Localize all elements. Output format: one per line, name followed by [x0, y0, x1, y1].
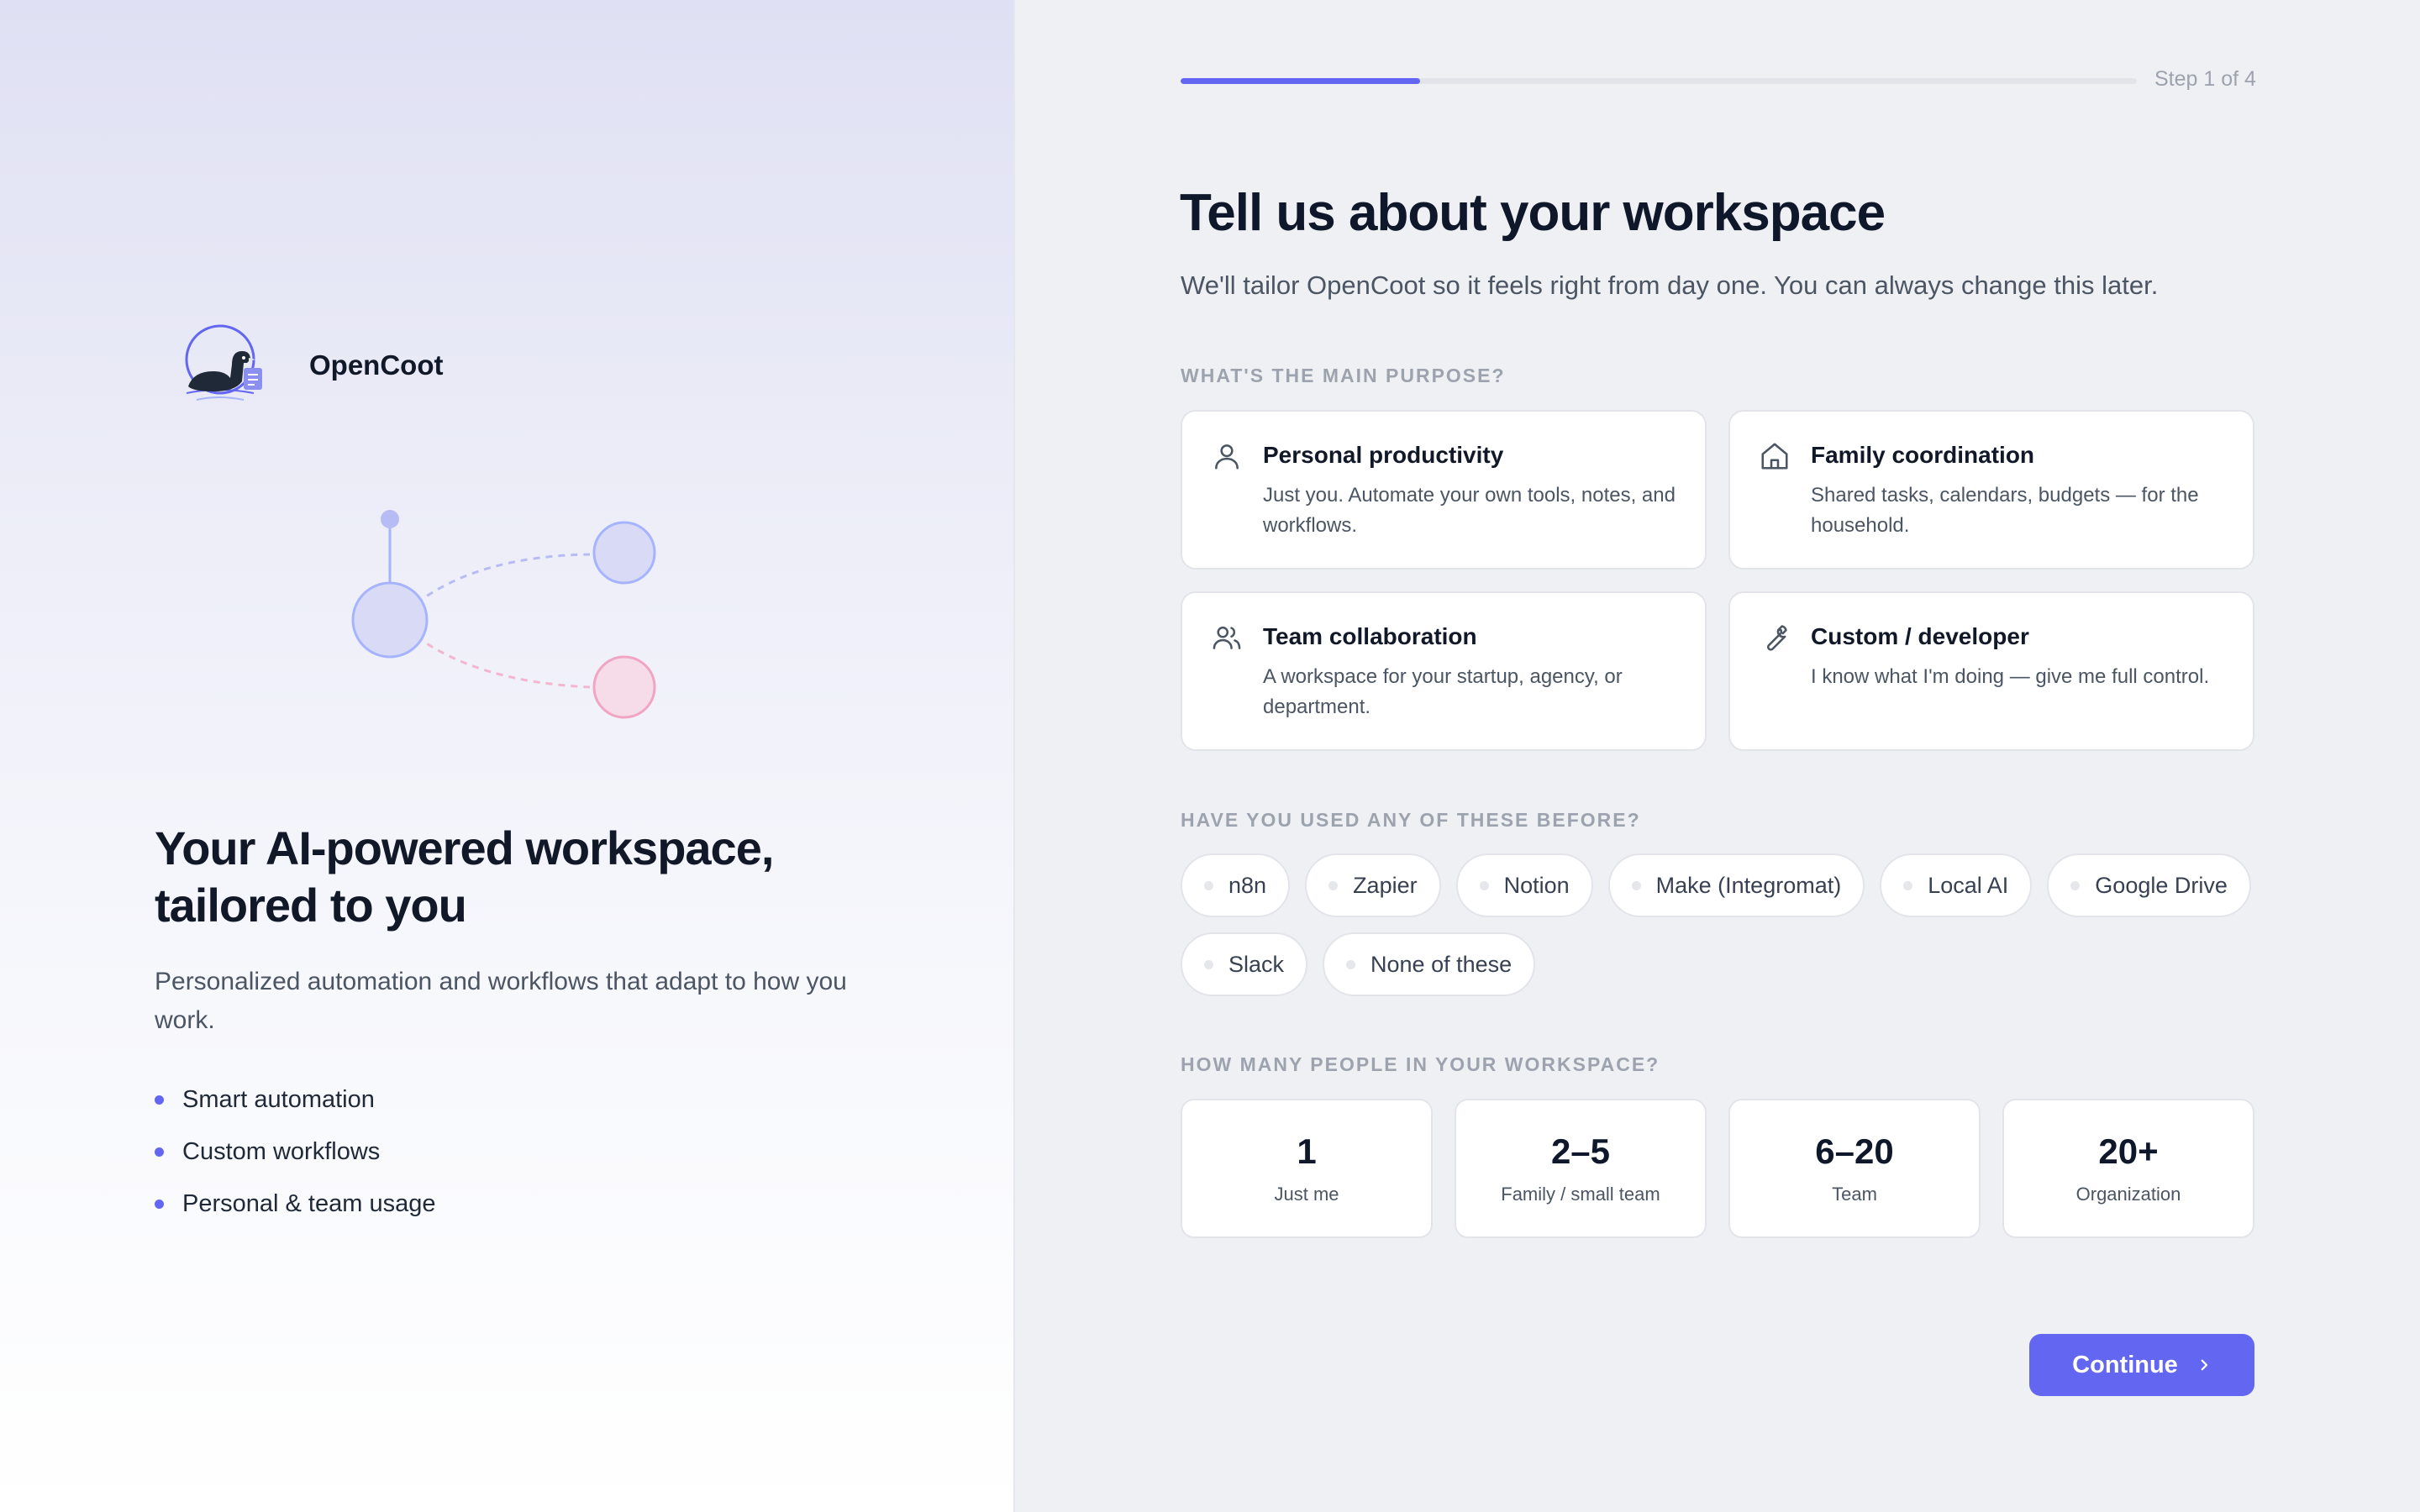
tools-section-label: Have you used any of these before? — [1181, 809, 1641, 831]
tool-chip-make[interactable]: Make (Integromat) — [1607, 853, 1865, 917]
home-icon — [1759, 440, 1791, 472]
purpose-option-title: Team collaboration — [1263, 623, 1477, 649]
purpose-option-desc: A workspace for your startup, agency, or… — [1263, 665, 1623, 718]
onboarding-screen: OpenCoot Your AI-powered workspace, tail… — [0, 0, 2420, 1512]
tool-chip-local-ai[interactable]: Local AI — [1880, 853, 2033, 917]
size-option-6-20[interactable]: 6–20 Team — [1728, 1099, 1981, 1238]
tool-chip-google-drive[interactable]: Google Drive — [2047, 853, 2251, 917]
bullet-dot-icon — [155, 1147, 164, 1157]
brand-name: OpenCoot — [309, 349, 444, 381]
coot-logo-icon — [185, 324, 262, 401]
chip-dot-icon — [1903, 880, 1913, 890]
feature-list: Smart automation Custom workflows Person… — [155, 1074, 435, 1230]
continue-button[interactable]: Continue — [2029, 1334, 2254, 1396]
purpose-option-family[interactable]: Family coordination Shared tasks, calend… — [1728, 410, 2254, 570]
purpose-option-personal[interactable]: Personal productivity Just you. Automate… — [1181, 410, 1707, 570]
illus-node-lower — [592, 655, 656, 719]
chevron-right-icon — [2201, 1359, 2207, 1371]
bullet-dot-icon — [155, 1199, 164, 1209]
feature-item: Personal & team usage — [155, 1178, 435, 1230]
size-section-label: How many people in your workspace? — [1181, 1053, 1660, 1075]
size-option-label: Just me — [1274, 1184, 1339, 1205]
chip-dot-icon — [1346, 959, 1356, 969]
brand-panel: OpenCoot Your AI-powered workspace, tail… — [0, 0, 1015, 1512]
purpose-option-developer[interactable]: Custom / developer I know what I'm doing… — [1728, 591, 2254, 751]
chip-dot-icon — [1328, 880, 1339, 890]
chip-dot-icon — [1479, 880, 1489, 890]
illus-node-upper — [592, 521, 656, 585]
purpose-option-title: Personal productivity — [1263, 442, 1504, 468]
step-indicator: Step 1 of 4 — [2154, 67, 2256, 91]
purpose-option-desc: Just you. Automate your own tools, notes… — [1263, 484, 1676, 537]
page-subtitle: We'll tailor OpenCoot so it feels right … — [1181, 270, 2159, 300]
chip-dot-icon — [1631, 880, 1641, 890]
person-icon — [1211, 440, 1243, 472]
page-title: Tell us about your workspace — [1180, 184, 1886, 242]
progress-bar-fill — [1181, 78, 1420, 84]
size-option-value: 20+ — [2098, 1131, 2159, 1171]
illus-node-small — [381, 510, 399, 528]
tool-chip-notion[interactable]: Notion — [1455, 853, 1593, 917]
purpose-option-title: Family coordination — [1811, 442, 2035, 468]
size-option-value: 1 — [1297, 1131, 1317, 1171]
size-option-label: Team — [1832, 1184, 1877, 1205]
users-icon — [1211, 622, 1243, 654]
purpose-option-desc: Shared tasks, calendars, budgets — for t… — [1811, 484, 2199, 537]
size-option-value: 2–5 — [1550, 1131, 1611, 1171]
size-option-label: Family / small team — [1501, 1184, 1660, 1205]
workflow-illustration — [351, 510, 656, 719]
purpose-option-title: Custom / developer — [1811, 623, 2029, 649]
purpose-section-label: What's the main purpose? — [1181, 365, 1506, 386]
size-option-20-plus[interactable]: 20+ Organization — [2002, 1099, 2254, 1238]
illus-link-lower — [416, 635, 591, 689]
feature-item: Custom workflows — [155, 1126, 435, 1178]
tool-chip-n8n[interactable]: n8n — [1181, 853, 1291, 917]
size-option-1[interactable]: 1 Just me — [1181, 1099, 1433, 1238]
tools-options: n8n Zapier Notion Make (Integromat) Loca… — [1181, 853, 2273, 996]
purpose-option-desc: I know what I'm doing — give me full con… — [1811, 665, 2210, 688]
brand: OpenCoot — [176, 319, 443, 412]
progress-bar — [1181, 78, 2137, 84]
tool-chip-slack[interactable]: Slack — [1181, 932, 1308, 996]
size-options: 1 Just me 2–5 Family / small team 6–20 T… — [1181, 1099, 2254, 1238]
purpose-option-team[interactable]: Team collaboration A workspace for your … — [1181, 591, 1707, 751]
wrench-icon — [1759, 622, 1791, 654]
size-option-2-5[interactable]: 2–5 Family / small team — [1455, 1099, 1707, 1238]
bullet-dot-icon — [155, 1095, 164, 1105]
illus-node-main — [351, 581, 429, 659]
feature-item: Smart automation — [155, 1074, 435, 1126]
chip-dot-icon — [2070, 880, 2081, 890]
chip-dot-icon — [1204, 880, 1213, 890]
tool-chip-zapier[interactable]: Zapier — [1305, 853, 1441, 917]
size-option-label: Organization — [2075, 1184, 2181, 1205]
hero-subtitle: Personalized automation and workflows th… — [155, 968, 847, 1034]
chip-dot-icon — [1204, 959, 1213, 969]
size-option-value: 6–20 — [1815, 1131, 1894, 1171]
illus-link-upper — [416, 553, 591, 605]
tool-chip-none[interactable]: None of these — [1323, 932, 1536, 996]
purpose-options: Personal productivity Just you. Automate… — [1181, 410, 2256, 751]
hero-title: Your AI-powered workspace, tailored to y… — [155, 822, 774, 932]
onboarding-form: Step 1 of 4 Tell us about your workspace… — [1015, 0, 2420, 1512]
